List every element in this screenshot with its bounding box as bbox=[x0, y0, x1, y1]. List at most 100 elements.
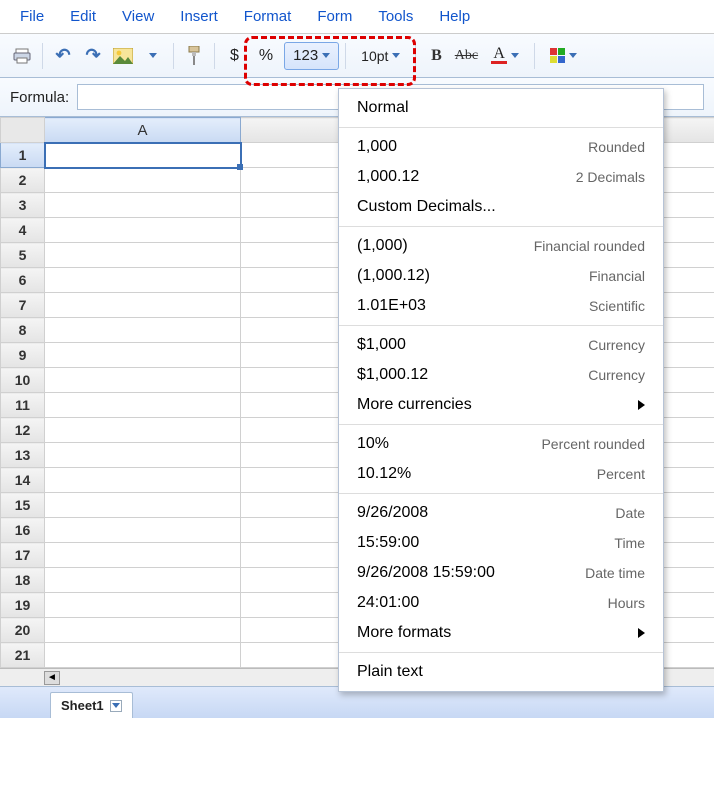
strikethrough-button[interactable]: Abc bbox=[452, 42, 480, 70]
cell[interactable] bbox=[45, 493, 241, 518]
cell[interactable] bbox=[241, 293, 339, 318]
cell[interactable] bbox=[241, 143, 339, 168]
format-option[interactable]: 1.01E+03Scientific bbox=[339, 291, 663, 321]
cell[interactable] bbox=[45, 193, 241, 218]
row-header[interactable]: 11 bbox=[1, 393, 45, 418]
cell[interactable] bbox=[241, 243, 339, 268]
cell[interactable] bbox=[241, 343, 339, 368]
cell[interactable] bbox=[241, 568, 339, 593]
paint-format-button[interactable] bbox=[180, 42, 208, 70]
row-header[interactable]: 3 bbox=[1, 193, 45, 218]
cell[interactable] bbox=[45, 568, 241, 593]
print-button[interactable] bbox=[8, 42, 36, 70]
image-button[interactable] bbox=[109, 42, 137, 70]
number-format-menu-button[interactable]: 123 bbox=[284, 42, 339, 70]
cell[interactable] bbox=[45, 293, 241, 318]
cell[interactable] bbox=[241, 593, 339, 618]
cell[interactable] bbox=[241, 393, 339, 418]
cell[interactable] bbox=[241, 618, 339, 643]
format-option[interactable]: 9/26/2008 15:59:00Date time bbox=[339, 558, 663, 588]
cell[interactable] bbox=[241, 643, 339, 668]
format-option[interactable]: 24:01:00Hours bbox=[339, 588, 663, 618]
cell[interactable] bbox=[241, 518, 339, 543]
row-header[interactable]: 21 bbox=[1, 643, 45, 668]
cell[interactable] bbox=[45, 468, 241, 493]
cell[interactable] bbox=[45, 168, 241, 193]
row-header[interactable]: 17 bbox=[1, 543, 45, 568]
select-all-corner[interactable] bbox=[1, 118, 45, 143]
cell[interactable] bbox=[241, 368, 339, 393]
bold-button[interactable] bbox=[422, 42, 450, 70]
cell[interactable] bbox=[45, 218, 241, 243]
cell[interactable] bbox=[45, 343, 241, 368]
cell[interactable] bbox=[241, 168, 339, 193]
cell[interactable] bbox=[241, 443, 339, 468]
cell[interactable] bbox=[241, 268, 339, 293]
format-option[interactable]: $1,000Currency bbox=[339, 330, 663, 360]
column-header[interactable] bbox=[241, 118, 339, 143]
row-header[interactable]: 9 bbox=[1, 343, 45, 368]
cell[interactable] bbox=[241, 493, 339, 518]
cell[interactable] bbox=[45, 618, 241, 643]
row-header[interactable]: 20 bbox=[1, 618, 45, 643]
cell[interactable] bbox=[241, 218, 339, 243]
menu-file[interactable]: File bbox=[10, 4, 54, 29]
format-option[interactable]: $1,000.12Currency bbox=[339, 360, 663, 390]
cell[interactable] bbox=[45, 518, 241, 543]
format-option[interactable]: 1,000.122 Decimals bbox=[339, 162, 663, 192]
row-header[interactable]: 15 bbox=[1, 493, 45, 518]
cell[interactable] bbox=[241, 468, 339, 493]
format-option[interactable]: (1,000)Financial rounded bbox=[339, 231, 663, 261]
cell[interactable] bbox=[45, 368, 241, 393]
row-header[interactable]: 16 bbox=[1, 518, 45, 543]
redo-button[interactable] bbox=[79, 42, 107, 70]
format-option[interactable]: 1,000Rounded bbox=[339, 132, 663, 162]
row-header[interactable]: 5 bbox=[1, 243, 45, 268]
format-currency-button[interactable]: $ bbox=[221, 42, 248, 70]
format-option[interactable]: Plain text bbox=[339, 657, 663, 687]
row-header[interactable]: 14 bbox=[1, 468, 45, 493]
image-menu-caret[interactable] bbox=[139, 42, 167, 70]
cell[interactable] bbox=[45, 593, 241, 618]
undo-button[interactable] bbox=[49, 42, 77, 70]
format-option[interactable]: Normal bbox=[339, 93, 663, 123]
cell[interactable] bbox=[45, 418, 241, 443]
cell[interactable] bbox=[45, 643, 241, 668]
column-header-a[interactable]: A bbox=[45, 118, 241, 143]
format-option[interactable]: 10%Percent rounded bbox=[339, 429, 663, 459]
scroll-left-icon[interactable]: ◄ bbox=[44, 671, 60, 685]
menu-help[interactable]: Help bbox=[429, 4, 480, 29]
format-percent-button[interactable]: % bbox=[250, 42, 282, 70]
sheet-tab[interactable]: Sheet1 bbox=[50, 692, 133, 718]
menu-form[interactable]: Form bbox=[307, 4, 362, 29]
row-header[interactable]: 10 bbox=[1, 368, 45, 393]
cell[interactable] bbox=[241, 318, 339, 343]
row-header[interactable]: 13 bbox=[1, 443, 45, 468]
menu-insert[interactable]: Insert bbox=[170, 4, 228, 29]
row-header[interactable]: 18 bbox=[1, 568, 45, 593]
cell[interactable] bbox=[45, 543, 241, 568]
cell[interactable] bbox=[241, 543, 339, 568]
row-header[interactable]: 4 bbox=[1, 218, 45, 243]
row-header[interactable]: 8 bbox=[1, 318, 45, 343]
format-option[interactable]: (1,000.12)Financial bbox=[339, 261, 663, 291]
row-header[interactable]: 7 bbox=[1, 293, 45, 318]
row-header[interactable]: 19 bbox=[1, 593, 45, 618]
format-option[interactable]: 15:59:00Time bbox=[339, 528, 663, 558]
cell[interactable] bbox=[45, 318, 241, 343]
menu-format[interactable]: Format bbox=[234, 4, 302, 29]
font-size-button[interactable]: 10pt bbox=[352, 42, 409, 70]
cell[interactable] bbox=[241, 193, 339, 218]
cell[interactable] bbox=[241, 418, 339, 443]
format-option[interactable]: Custom Decimals... bbox=[339, 192, 663, 222]
row-header[interactable]: 2 bbox=[1, 168, 45, 193]
row-header[interactable]: 1 bbox=[1, 143, 45, 168]
menu-view[interactable]: View bbox=[112, 4, 164, 29]
cell[interactable] bbox=[45, 243, 241, 268]
text-color-button[interactable]: A bbox=[482, 42, 528, 70]
cell[interactable] bbox=[45, 393, 241, 418]
format-option[interactable]: More currencies bbox=[339, 390, 663, 420]
cell[interactable] bbox=[45, 143, 241, 168]
row-header[interactable]: 12 bbox=[1, 418, 45, 443]
fill-color-button[interactable] bbox=[541, 42, 586, 70]
